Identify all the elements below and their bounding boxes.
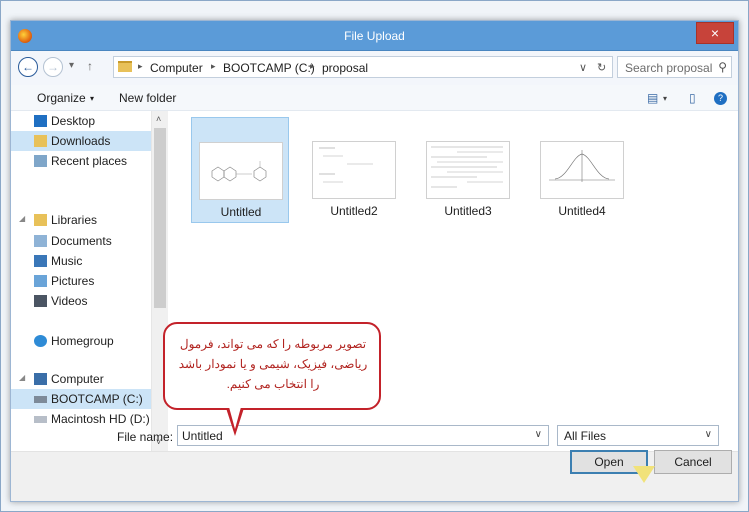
search-input[interactable]: Search proposal ⚲ [617,56,732,78]
crumb-separator-icon: ▸ [310,61,315,71]
pictures-icon [34,275,47,287]
nav-item-documents[interactable]: Documents [11,231,151,251]
nav-item-music[interactable]: Music [11,251,151,271]
nav-item-pictures[interactable]: Pictures [11,271,151,291]
forward-button[interactable]: → [43,57,63,77]
nav-item-videos[interactable]: Videos [11,291,151,311]
nav-item-downloads[interactable]: Downloads [11,131,151,151]
back-button[interactable]: ← [18,57,38,77]
search-icon: ⚲ [718,60,727,74]
close-button[interactable]: × [696,22,734,44]
nav-label: Libraries [51,213,98,227]
file-type-select[interactable]: All Files ∨ [557,425,719,446]
file-item-untitled2[interactable]: Untitled2 [305,117,403,223]
file-type-value: All Files [564,429,607,443]
new-folder-button[interactable]: New folder [119,91,176,105]
view-options-icon[interactable]: ▤ [647,91,658,105]
nav-label: BOOTCAMP (C:) [51,392,143,406]
view-caret-icon[interactable]: ▾ [663,94,667,103]
documents-icon [34,235,47,247]
crumb-separator-icon: ▸ [211,61,216,71]
libraries-icon [34,214,47,226]
recent-locations-button[interactable]: ▾ [69,60,74,71]
file-thumbnail [199,142,283,200]
nav-item-desktop[interactable]: Desktop [11,111,151,131]
file-name: Untitled2 [330,204,378,218]
file-thumbnail [540,141,624,199]
refresh-icon[interactable]: ↻ [597,61,606,74]
annotation-callout: تصویر مربوطه را که می تواند، فرمول ریاضی… [163,322,381,410]
folder-icon [118,61,132,72]
scroll-up-icon[interactable]: ˄ [156,114,161,124]
organize-button[interactable]: Organize [37,91,86,105]
up-button[interactable]: ↑ [87,59,93,73]
desktop-icon [34,115,47,127]
nav-label: Documents [51,234,112,248]
navigation-pane: Desktop Downloads Recent places ◢ Librar… [11,111,169,451]
nav-item-computer[interactable]: ◢ Computer [11,369,151,389]
nav-item-recent-places[interactable]: Recent places [11,151,151,171]
file-thumbnail [312,141,396,199]
address-bar: ← → ▾ ↑ ▸ Computer ▸ BOOTCAMP (C:) ▸ pro… [11,51,738,85]
homegroup-icon [34,335,47,347]
organize-caret-icon: ▾ [90,94,95,103]
file-name-label: File name: [117,430,174,444]
cancel-button[interactable]: Cancel [654,450,732,474]
nav-label: Homegroup [51,334,114,348]
file-thumbnail [426,141,510,199]
file-name-value: Untitled [182,429,223,443]
nav-label: Downloads [51,134,111,148]
recent-places-icon [34,155,47,167]
path-box[interactable]: ▸ Computer ▸ BOOTCAMP (C:) ▸ proposal ∨ … [113,56,613,78]
drive-icon [34,396,47,403]
callout-text: تصویر مربوطه را که می تواند، فرمول ریاضی… [178,337,368,391]
scroll-thumb[interactable] [154,128,166,308]
file-name: Untitled4 [558,204,606,218]
file-name: Untitled [220,205,262,219]
chevron-down-icon[interactable]: ∨ [705,429,712,440]
collapse-arrow-icon[interactable]: ◢ [19,373,25,382]
file-name: Untitled3 [444,204,492,218]
nav-label: Videos [51,294,88,308]
file-item-untitled4[interactable]: Untitled4 [533,117,631,223]
drive-icon [34,416,47,423]
file-item-untitled3[interactable]: Untitled3 [419,117,517,223]
nav-label: Macintosh HD (D:) [51,412,150,426]
nav-item-macintosh-hd[interactable]: Macintosh HD (D:) [11,409,151,429]
collapse-arrow-icon[interactable]: ◢ [19,214,25,223]
nav-label: Recent places [51,154,128,168]
crumb-bootcamp[interactable]: BOOTCAMP (C:) [223,61,315,75]
address-dropdown-icon[interactable]: ∨ [579,61,587,74]
videos-icon [34,295,47,307]
crumb-proposal[interactable]: proposal [322,61,368,75]
file-item-untitled[interactable]: Untitled [191,117,289,223]
music-icon [34,255,47,267]
callout-tail-inner [229,407,241,429]
window-title: File Upload [344,29,405,43]
nav-label: Computer [51,372,104,386]
nav-item-homegroup[interactable]: Homegroup [11,331,151,351]
downloads-icon [34,135,47,147]
nav-label: Desktop [51,114,96,128]
mouse-cursor-icon [633,466,655,483]
search-placeholder: Search proposal [625,61,713,75]
chevron-down-icon[interactable]: ∨ [535,429,542,440]
help-icon[interactable]: ? [714,92,727,105]
crumb-computer[interactable]: Computer [150,61,203,75]
command-bar: Organize ▾ New folder ▤ ▾ ▯ ? [11,85,738,111]
nav-label: Music [51,254,83,268]
computer-icon [34,373,47,385]
nav-item-bootcamp[interactable]: BOOTCAMP (C:) [11,389,151,409]
nav-label: Pictures [51,274,95,288]
crumb-separator-icon: ▸ [138,61,143,71]
nav-item-libraries[interactable]: ◢ Libraries [11,210,151,230]
title-bar: File Upload × [11,21,738,51]
preview-pane-icon[interactable]: ▯ [689,91,696,105]
